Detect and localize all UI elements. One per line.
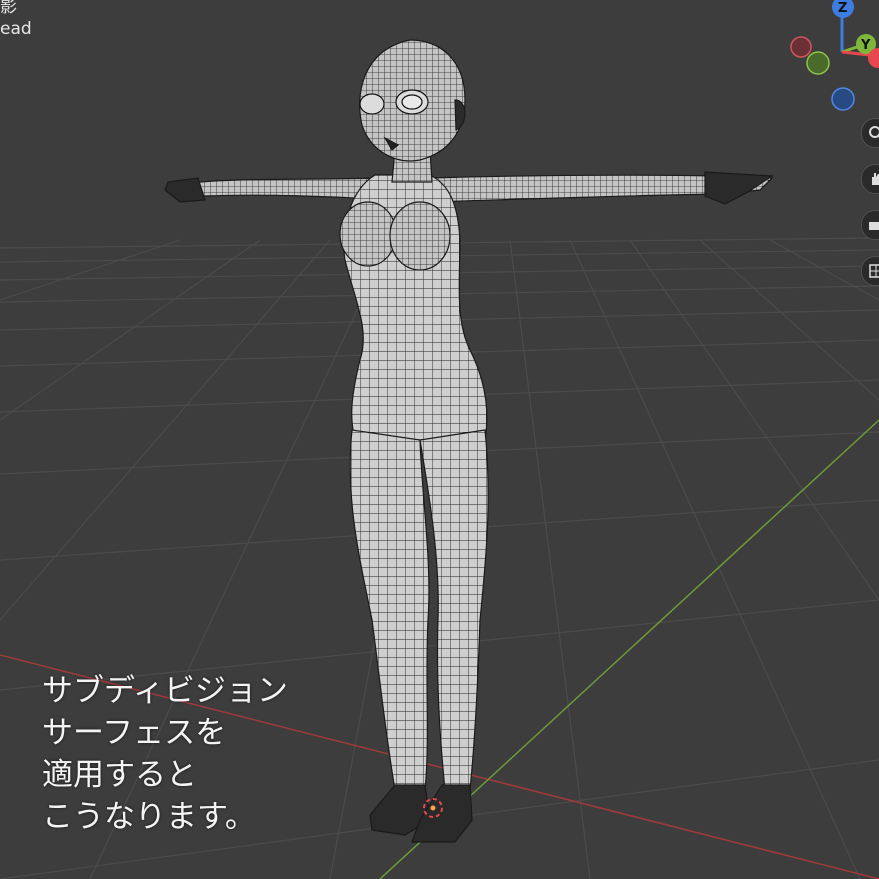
navigation-gizmo[interactable]: Z Y	[790, 0, 879, 111]
grid-icon	[869, 264, 879, 278]
viewport-object-label: ead	[0, 19, 32, 39]
zoom-icon	[869, 126, 879, 138]
hand-icon	[872, 173, 879, 185]
caption-line-2: サーフェスを	[42, 715, 227, 751]
origin-dot	[430, 805, 436, 811]
gizmo-y-label: Y	[860, 38, 871, 53]
caption-line-4: こうなります。	[42, 799, 256, 835]
gizmo-neg-z-icon[interactable]	[831, 87, 855, 111]
caption-line-1: サブディビジョン	[42, 673, 288, 709]
camera-icon	[869, 222, 879, 230]
caption-line-3: 適用すると	[42, 757, 197, 793]
gizmo-z-label: Z	[838, 1, 847, 16]
viewport-view-label: 影	[0, 0, 17, 17]
caption-text: サブディビジョン サーフェスを 適用すると こうなります。	[42, 670, 288, 838]
gizmo-neg-x-icon[interactable]	[790, 36, 812, 58]
gizmo-neg-y-icon[interactable]	[806, 51, 830, 75]
